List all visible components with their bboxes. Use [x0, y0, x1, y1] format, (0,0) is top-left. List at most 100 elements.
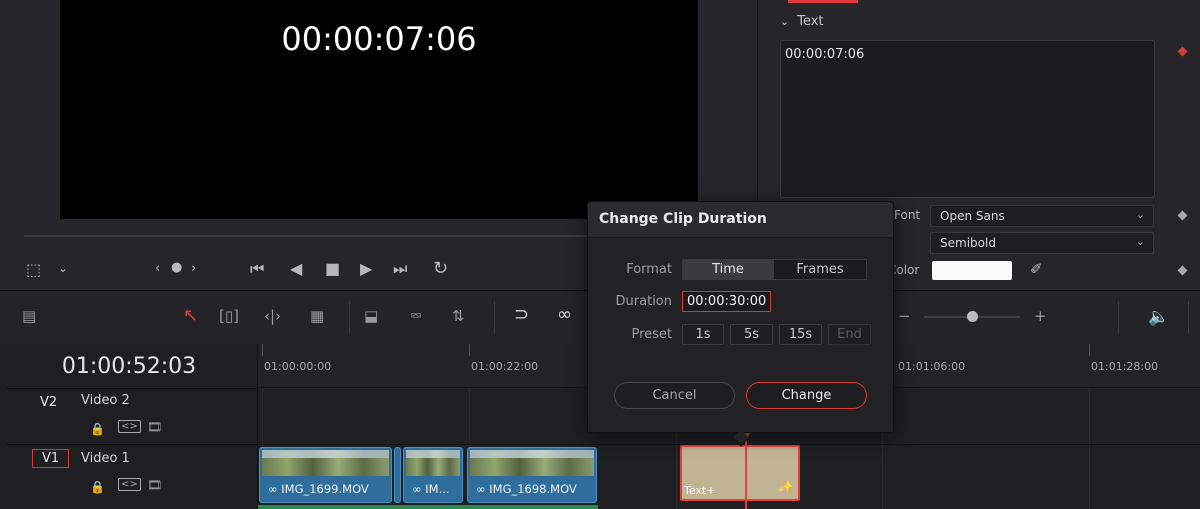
video-clip[interactable]: ∞ IMG_1698.MOV: [467, 447, 597, 503]
overwrite-clip-icon[interactable]: ⮹: [410, 307, 422, 325]
chevron-down-icon[interactable]: ⌄: [58, 261, 68, 275]
zoom-in-icon[interactable]: +: [1034, 307, 1047, 325]
zoom-out-icon[interactable]: −: [898, 307, 911, 325]
jog-right-icon[interactable]: ›: [191, 261, 196, 276]
text-plus-clip[interactable]: Text+ ✨: [680, 445, 800, 501]
duration-label: Duration: [615, 294, 672, 309]
video-viewer: 00:00:07:06: [60, 0, 698, 219]
play-reverse-icon[interactable]: ◀: [290, 259, 302, 278]
text-clip-label: Text+: [684, 484, 716, 497]
zoom-slider-handle[interactable]: [967, 311, 978, 322]
color-swatch[interactable]: [932, 261, 1012, 280]
eyedropper-icon[interactable]: ✐: [1030, 260, 1043, 278]
clip-label: ∞ IMG_1699.MOV: [268, 482, 369, 496]
trim-edit-icon[interactable]: [▯]: [219, 307, 239, 325]
video-clip-sliver[interactable]: [394, 447, 401, 503]
film-strip-icon[interactable]: 🎞: [147, 478, 162, 492]
snapping-magnet-icon[interactable]: ⊃: [514, 304, 529, 325]
toolbar-divider: [1118, 301, 1119, 333]
track-header-v2[interactable]: V2 Video 2 🔒 <> 🎞: [6, 388, 258, 444]
chevron-down-icon: ⌄: [1135, 235, 1145, 248]
ruler-label: 01:01:06:00: [898, 360, 966, 373]
ruler-tick: [469, 344, 470, 356]
format-label: Format: [626, 262, 672, 277]
preset-1s-button[interactable]: 1s: [682, 324, 724, 345]
timeline-view-options-icon[interactable]: ▤: [22, 307, 36, 325]
replace-clip-icon[interactable]: ⇅: [452, 307, 465, 325]
lock-icon[interactable]: 🔒: [90, 480, 105, 494]
text-section-header[interactable]: ⌄ Text: [780, 14, 824, 29]
format-option-time[interactable]: Time: [682, 259, 774, 280]
grid-line: [1089, 388, 1090, 509]
ruler-label: 01:00:22:00: [471, 360, 539, 373]
jog-left-icon[interactable]: ‹: [155, 261, 160, 276]
text-section-label: Text: [797, 14, 824, 29]
video-clip[interactable]: ∞ IMG_1699.MOV: [259, 447, 392, 503]
clip-thumbnail: [262, 450, 389, 476]
font-style-dropdown[interactable]: Semibold ⌄: [930, 232, 1154, 254]
audio-track-strip: [258, 505, 598, 509]
font-label: Font: [894, 208, 921, 222]
preset-15s-button[interactable]: 15s: [779, 324, 822, 345]
jog-dot-icon[interactable]: ●: [171, 260, 182, 275]
chevron-down-icon: ⌄: [1135, 208, 1145, 221]
timeline-timecode: 01:00:52:03: [61, 354, 197, 379]
insert-clip-icon[interactable]: ⬓: [364, 307, 378, 325]
cancel-button[interactable]: Cancel: [614, 382, 735, 409]
preset-5s-button[interactable]: 5s: [730, 324, 773, 345]
dynamic-trim-icon[interactable]: ‹|›: [264, 307, 281, 325]
selection-pointer-icon[interactable]: ↖: [183, 305, 198, 326]
auto-select-icon[interactable]: <>: [118, 478, 141, 491]
link-clips-icon[interactable]: ∞: [557, 304, 572, 325]
duration-input[interactable]: [682, 291, 771, 312]
loop-icon[interactable]: ↻: [433, 258, 448, 279]
viewer-scrubber[interactable]: [24, 235, 594, 237]
toolbar-divider: [494, 301, 495, 333]
inspector-tab-indicator: [788, 0, 858, 3]
skip-to-start-icon[interactable]: ⏮: [250, 259, 264, 279]
dialog-title: Change Clip Duration: [599, 211, 767, 227]
speaker-icon[interactable]: 🔈: [1148, 307, 1169, 327]
auto-select-icon[interactable]: <>: [118, 420, 141, 433]
ruler-label: 01:01:28:00: [1091, 360, 1159, 373]
lock-icon[interactable]: 🔒: [90, 422, 105, 436]
viewer-size-icon[interactable]: ⬚: [26, 260, 41, 279]
preset-label: Preset: [631, 327, 672, 342]
format-option-frames[interactable]: Frames: [773, 259, 867, 280]
blade-icon[interactable]: ▦: [310, 307, 324, 325]
link-icon: ∞: [476, 482, 490, 496]
timecode-overlay: 00:00:07:06: [281, 20, 477, 58]
track-headers: 01:00:52:03 V2 Video 2 🔒 <> 🎞 V1 Video 1…: [0, 344, 258, 509]
font-family-value: Open Sans: [940, 209, 1005, 223]
skip-to-end-icon[interactable]: ⏭: [393, 259, 407, 279]
clip-label: ∞ IMG_1698.MOV: [476, 482, 577, 496]
film-strip-icon[interactable]: 🎞: [147, 420, 162, 434]
track-id[interactable]: V1: [32, 449, 70, 468]
ruler-label: 01:00:00:00: [264, 360, 332, 373]
track-id: V2: [40, 395, 58, 410]
track-header-v1[interactable]: V1 Video 1 🔒 <> 🎞: [6, 444, 258, 503]
font-family-dropdown[interactable]: Open Sans ⌄: [930, 205, 1154, 227]
preset-end-button: End: [828, 324, 871, 345]
track-name: Video 1: [81, 451, 130, 466]
toolbar-divider: [349, 301, 350, 333]
play-icon[interactable]: ▶: [360, 259, 372, 278]
clip-thumbnail: [470, 450, 594, 476]
keyframe-diamond-icon[interactable]: [1177, 46, 1188, 57]
chevron-down-icon: ⌄: [780, 15, 790, 28]
toolbar-divider: [1188, 301, 1189, 333]
playhead[interactable]: [745, 436, 747, 509]
ruler-tick: [1089, 344, 1090, 356]
clip-label: ∞ IM...: [412, 482, 450, 496]
sparkle-icon: ✨: [777, 480, 794, 495]
font-style-value: Semibold: [940, 236, 996, 250]
change-clip-duration-dialog: Change Clip Duration Format Time Frames …: [587, 201, 894, 447]
change-button[interactable]: Change: [746, 382, 867, 409]
clip-thumbnail: [406, 450, 460, 476]
keyframe-diamond-icon[interactable]: [1177, 210, 1188, 221]
ruler-tick: [262, 344, 263, 356]
text-content-field[interactable]: 00:00:07:06: [780, 40, 1155, 198]
video-clip[interactable]: ∞ IM...: [403, 447, 463, 503]
keyframe-diamond-icon[interactable]: [1177, 265, 1188, 276]
stop-icon[interactable]: ■: [325, 259, 340, 278]
